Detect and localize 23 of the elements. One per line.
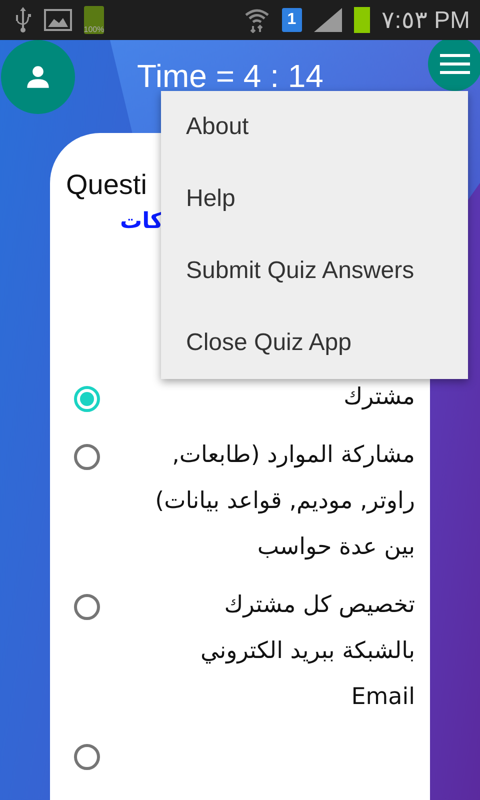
radio-button[interactable]	[74, 594, 100, 620]
menu-item[interactable]: Submit Quiz Answers	[161, 235, 468, 307]
usb-icon	[14, 7, 32, 33]
signal-icon	[314, 8, 342, 32]
menu-button[interactable]	[428, 37, 480, 91]
question-title: Questi	[66, 169, 147, 201]
radio-button[interactable]	[74, 744, 100, 770]
menu-item[interactable]: Close Quiz App	[161, 307, 468, 379]
battery-label: 100%	[84, 26, 104, 34]
image-icon	[44, 9, 72, 31]
clock: ٧:٥٣ PM	[382, 6, 470, 34]
option-text: مشترك	[342, 383, 415, 412]
radio-button[interactable]	[74, 444, 100, 470]
option-text: مشاركة الموارد (طابعات, راوتر, موديم, قواعد بيانات) بين عدة حواسب	[155, 441, 415, 562]
option-text: تخصيص كل مشترك بالشبكة ببريد الكتروني Email	[200, 591, 415, 712]
question-text: كات	[120, 209, 164, 234]
battery-icon	[354, 7, 370, 33]
wifi-icon	[244, 7, 270, 33]
radio-button[interactable]	[74, 386, 100, 412]
menu-item[interactable]: Help	[161, 163, 468, 235]
menu-icon	[440, 53, 470, 75]
person-icon	[25, 64, 51, 90]
sim-badge: 1	[282, 8, 302, 32]
